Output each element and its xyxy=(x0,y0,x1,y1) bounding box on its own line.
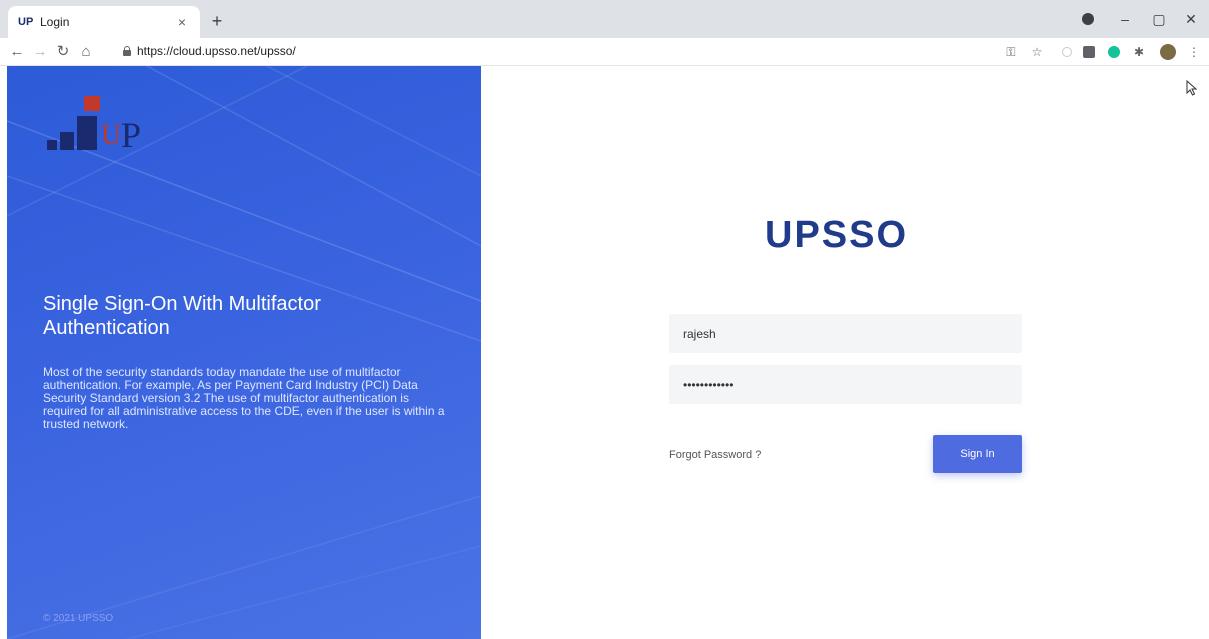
minimize-button[interactable]: – xyxy=(1110,8,1140,30)
tab-title: Login xyxy=(40,15,70,29)
browser-toolbar: ← → ↻ ⌂ https://cloud.upsso.net/upsso/ ⚿… xyxy=(0,38,1209,66)
forgot-password-link[interactable]: Forgot Password ? xyxy=(669,449,761,461)
extension-puzzle-square-icon[interactable] xyxy=(1083,46,1095,58)
username-input[interactable] xyxy=(669,314,1022,353)
key-icon[interactable]: ⚿ xyxy=(1002,43,1020,61)
tab-favicon: UP xyxy=(18,16,34,28)
bookmark-star-icon[interactable]: ☆ xyxy=(1028,43,1046,61)
kebab-menu-icon[interactable]: ⋮ xyxy=(1185,43,1203,61)
home-icon[interactable]: ⌂ xyxy=(75,41,97,63)
browser-tab[interactable]: UP Login × xyxy=(8,6,200,38)
password-input[interactable] xyxy=(669,365,1022,404)
new-tab-button[interactable]: + xyxy=(206,10,228,32)
hero-title: Single Sign-On With Multifactor Authenti… xyxy=(43,293,321,339)
browser-titlebar: UP Login × + – ▢ ✕ xyxy=(0,0,1209,38)
close-window-button[interactable]: ✕ xyxy=(1176,8,1206,30)
extension-circle-icon[interactable] xyxy=(1062,47,1072,57)
lock-icon[interactable] xyxy=(123,46,131,56)
upsso-logo: U P xyxy=(47,96,157,156)
hero-panel: U P Single Sign-On With Multifactor Auth… xyxy=(7,66,481,639)
copyright-footer: © 2021 UPSSO xyxy=(43,613,114,624)
sign-in-button[interactable]: Sign In xyxy=(933,435,1022,473)
extensions-icon[interactable]: ✱ xyxy=(1130,43,1148,61)
back-arrow-icon[interactable]: ← xyxy=(6,41,28,63)
profile-icon[interactable] xyxy=(1082,13,1094,25)
hero-description: Most of the security standards today man… xyxy=(43,365,445,431)
restore-button[interactable]: ▢ xyxy=(1144,8,1174,30)
forward-arrow-icon[interactable]: → xyxy=(29,41,51,63)
brand-logo: UPSSO xyxy=(765,214,909,256)
mouse-cursor-icon xyxy=(1186,80,1198,96)
address-bar[interactable]: https://cloud.upsso.net/upsso/ xyxy=(137,44,296,58)
tab-close-icon[interactable]: × xyxy=(174,14,190,30)
avatar[interactable] xyxy=(1160,44,1176,60)
reload-icon[interactable]: ↻ xyxy=(52,41,74,63)
grammarly-icon[interactable] xyxy=(1108,46,1120,58)
